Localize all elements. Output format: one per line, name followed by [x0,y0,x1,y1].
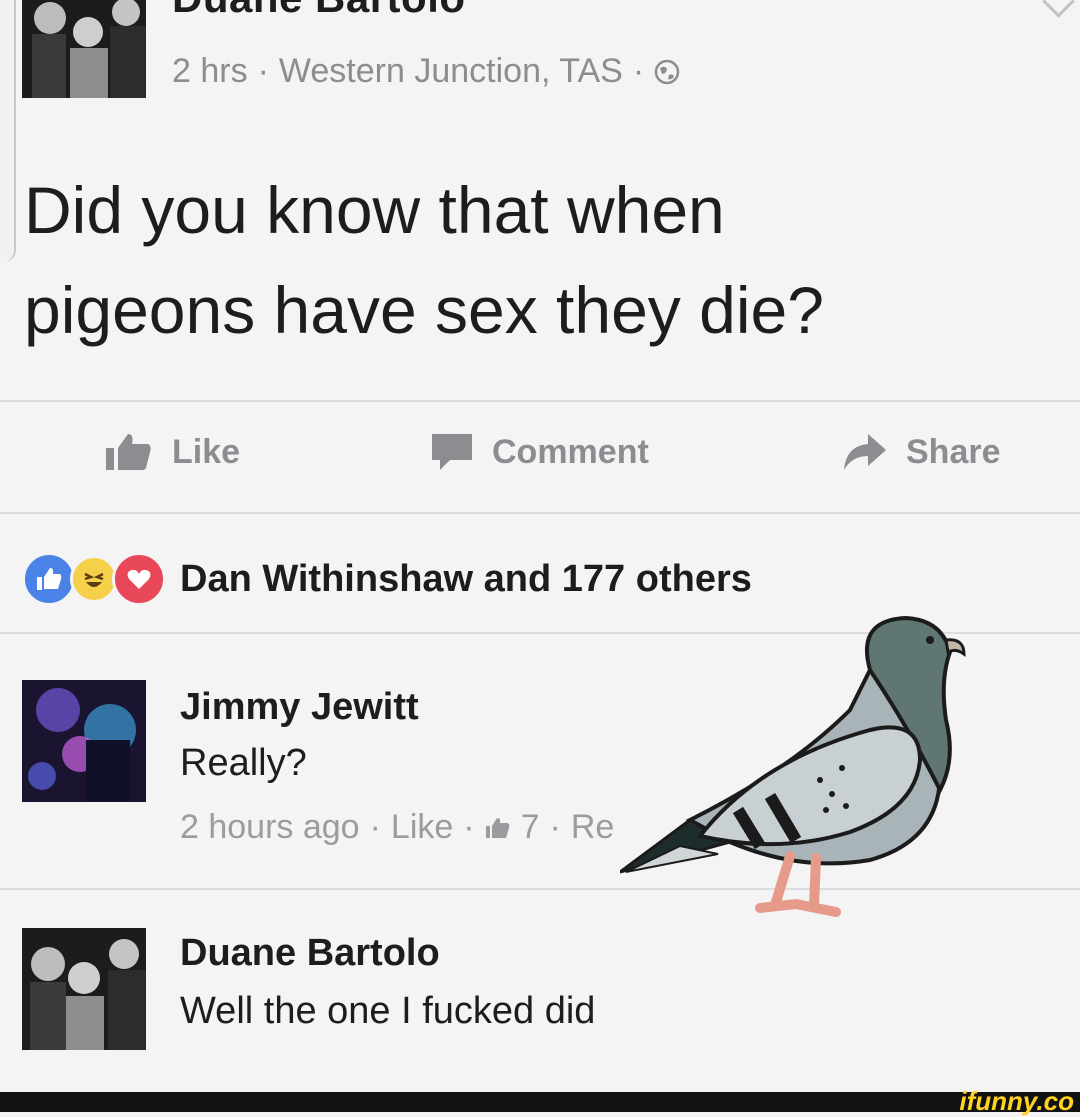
share-button[interactable]: Share [842,432,1001,472]
like-reaction-icon [22,552,76,606]
like-button-label: Like [172,432,241,471]
comment-like-count: 7 [520,808,540,846]
share-arrow-icon [844,434,886,470]
post-meta: 2 hrs · Western Junction, TAS · [172,52,680,91]
watermark: ifunny.co [959,1086,1074,1116]
post-options-chevron-icon[interactable] [1042,0,1075,18]
comment-author-name[interactable]: Jimmy Jewitt [180,686,419,729]
comment-time: 2 hours ago [180,808,360,846]
haha-reaction-icon [70,555,118,603]
meta-separator-2: · [632,52,645,90]
comment-avatar-jimmy[interactable] [22,680,146,802]
post-location[interactable]: Western Junction, TAS [279,52,623,91]
meta-separator: · [257,52,269,90]
comment-avatar-duane[interactable] [22,928,146,1050]
post-author-name[interactable]: Duane Bartolo [172,0,466,22]
post-action-bar: Like Comment Share [0,418,1080,498]
love-reaction-icon [112,552,166,606]
comment-text: Really? [180,742,307,784]
share-button-label: Share [906,432,1001,471]
globe-icon [654,59,680,84]
comment-icon [432,434,472,470]
comment-author-name-2[interactable]: Duane Bartolo [180,932,440,975]
reactions-summary-text: Dan Withinshaw and 177 others [180,557,752,600]
post-time[interactable]: 2 hrs [172,52,248,91]
comment-meta-separator-2: · [463,808,475,846]
comment-meta-separator-3: · [549,808,561,846]
reactions-summary[interactable]: Dan Withinshaw and 177 others [22,552,752,606]
like-button[interactable]: Like [104,432,240,472]
post-text-line-2: pigeons have sex they die? [24,273,824,347]
pigeon-illustration [620,615,966,917]
comment-meta-separator: · [369,808,381,846]
thumbs-up-icon [106,434,151,470]
comment-meta: 2 hours ago · Like · 7 · Re [180,808,614,847]
comment-reply-link[interactable]: Re [571,808,614,847]
comment-button[interactable]: Comment [430,432,649,472]
left-edge-divider [0,0,16,262]
post-text-line-1: Did you know that when [24,173,725,247]
bottom-bar [0,1092,1080,1112]
divider-bottom [0,512,1080,514]
comment-like-link[interactable]: Like [391,808,453,847]
post-text: Did you know that when pigeons have sex … [24,160,1044,360]
comment-text-2: Well the one I fucked did [180,990,596,1032]
author-avatar[interactable] [22,0,146,98]
comment-like-count-icon [485,817,509,838]
divider-top [0,400,1080,402]
comment-button-label: Comment [492,432,649,471]
